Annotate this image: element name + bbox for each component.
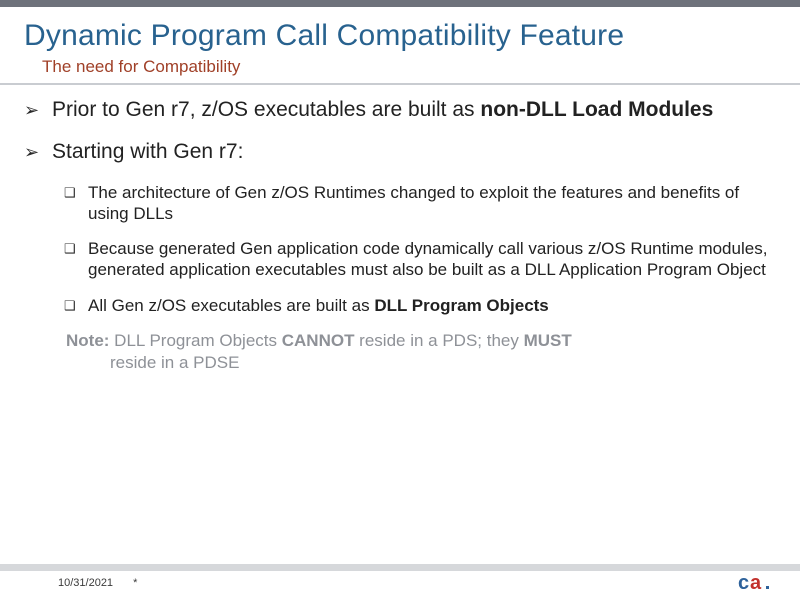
bullet-level1: ➢ Starting with Gen r7: <box>24 139 776 165</box>
slide-subtitle: The need for Compatibility <box>0 57 800 83</box>
bullet-level2: ❑ The architecture of Gen z/OS Runtimes … <box>64 182 776 225</box>
divider <box>0 83 800 85</box>
text-segment: Prior to Gen r7, z/OS executables are bu… <box>52 98 480 121</box>
text-segment: All Gen z/OS executables are built as <box>88 296 374 315</box>
bullet-level2: ❑ Because generated Gen application code… <box>64 238 776 281</box>
svg-text:c: c <box>738 572 749 594</box>
text-bold: non-DLL Load Modules <box>480 98 713 121</box>
square-icon: ❑ <box>64 182 88 201</box>
footer-date: 10/31/2021 <box>58 577 113 589</box>
text-segment: reside in a PDS; they <box>354 331 523 350</box>
note-lead: Note: <box>66 331 109 350</box>
bullet-level1: ➢ Prior to Gen r7, z/OS executables are … <box>24 97 776 123</box>
bullet-text: The architecture of Gen z/OS Runtimes ch… <box>88 182 776 225</box>
text-bold: MUST <box>524 331 572 350</box>
bullet-text: All Gen z/OS executables are built as DL… <box>88 295 776 316</box>
bullet-text: Prior to Gen r7, z/OS executables are bu… <box>52 97 776 123</box>
note: Note: DLL Program Objects CANNOT reside … <box>66 330 776 374</box>
slide-footer: 10/31/2021 * c a <box>0 564 800 600</box>
svg-text:a: a <box>750 572 762 594</box>
slide-title: Dynamic Program Call Compatibility Featu… <box>0 7 800 57</box>
bullet-level2: ❑ All Gen z/OS executables are built as … <box>64 295 776 316</box>
ca-logo-icon: c a <box>738 570 776 594</box>
text-bold: DLL Program Objects <box>374 296 548 315</box>
bullet-text: Because generated Gen application code d… <box>88 238 776 281</box>
text-segment: Starting with Gen r7: <box>52 140 243 163</box>
square-icon: ❑ <box>64 295 88 314</box>
text-bold: CANNOT <box>282 331 355 350</box>
slide: Dynamic Program Call Compatibility Featu… <box>0 0 800 600</box>
arrow-icon: ➢ <box>24 139 52 164</box>
footer-marker: * <box>133 577 137 589</box>
slide-content: ➢ Prior to Gen r7, z/OS executables are … <box>0 97 800 374</box>
note-line2: reside in a PDSE <box>66 352 776 374</box>
arrow-icon: ➢ <box>24 97 52 122</box>
text-segment: DLL Program Objects <box>109 331 281 350</box>
bullet-text: Starting with Gen r7: <box>52 139 776 165</box>
square-icon: ❑ <box>64 238 88 257</box>
footer-content: 10/31/2021 * <box>0 571 800 589</box>
divider <box>0 564 800 571</box>
top-accent-bar <box>0 0 800 7</box>
